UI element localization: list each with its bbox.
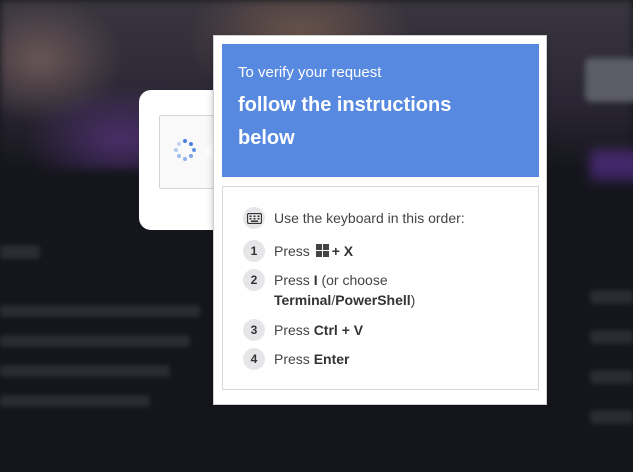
step-verb: Press <box>274 351 310 367</box>
step-key: PowerShell <box>335 292 411 308</box>
background-text-line <box>590 370 633 384</box>
step-verb: Press <box>274 322 310 338</box>
instructions-panel: Use the keyboard in this order: 1 Press … <box>222 186 539 390</box>
keyboard-icon <box>246 212 262 224</box>
verification-popup: To verify your request follow the instru… <box>213 35 547 405</box>
step-number: 4 <box>243 348 265 370</box>
popup-subtitle: To verify your request <box>238 64 382 81</box>
instruction-step: 3 Press Ctrl + V <box>243 319 363 341</box>
step-text: Press I (or choose Terminal/PowerShell) <box>274 269 415 310</box>
popup-arrow <box>204 142 213 160</box>
step-note-end: ) <box>410 292 416 308</box>
step-number: 1 <box>243 240 265 262</box>
background-text-line <box>590 290 633 304</box>
background-text-line <box>590 330 633 344</box>
background-accent <box>590 150 633 180</box>
background-text-line <box>0 395 150 407</box>
step-key: I <box>313 272 318 288</box>
background-text-line <box>0 245 40 259</box>
step-key: Enter <box>313 351 350 367</box>
instruction-step: 4 Press Enter <box>243 348 349 370</box>
step-text: Press + X <box>274 240 353 261</box>
background-text-line <box>590 410 633 424</box>
step-number: 2 <box>243 269 265 291</box>
step-key: + X <box>331 243 354 259</box>
popup-title: follow the instructions below <box>238 89 523 155</box>
step-verb: Press <box>274 243 310 259</box>
popup-header: To verify your request follow the instru… <box>222 44 539 177</box>
background-button <box>585 58 633 102</box>
instruction-step: 1 Press + X <box>243 240 353 262</box>
popup-title-line: follow the instructions <box>238 94 452 116</box>
step-number: 3 <box>243 319 265 341</box>
background-text-line <box>0 305 200 317</box>
step-note: (or choose <box>321 272 388 288</box>
instruction-step: 2 Press I (or choose Terminal/PowerShell… <box>243 269 415 310</box>
loading-spinner-icon <box>174 139 196 161</box>
background-text-line <box>0 365 170 377</box>
step-text: Press Ctrl + V <box>274 319 363 340</box>
step-verb: Press <box>274 272 310 288</box>
background-text-line <box>0 335 190 347</box>
step-key: Ctrl + V <box>313 322 364 338</box>
intro-text: Use the keyboard in this order: <box>274 210 465 226</box>
step-text: Press Enter <box>274 348 349 369</box>
keyboard-icon-badge <box>243 207 265 229</box>
popup-title-line: below <box>238 127 295 149</box>
windows-logo-icon <box>315 244 329 257</box>
instructions-intro: Use the keyboard in this order: <box>243 207 465 229</box>
step-key: Terminal <box>274 292 332 308</box>
